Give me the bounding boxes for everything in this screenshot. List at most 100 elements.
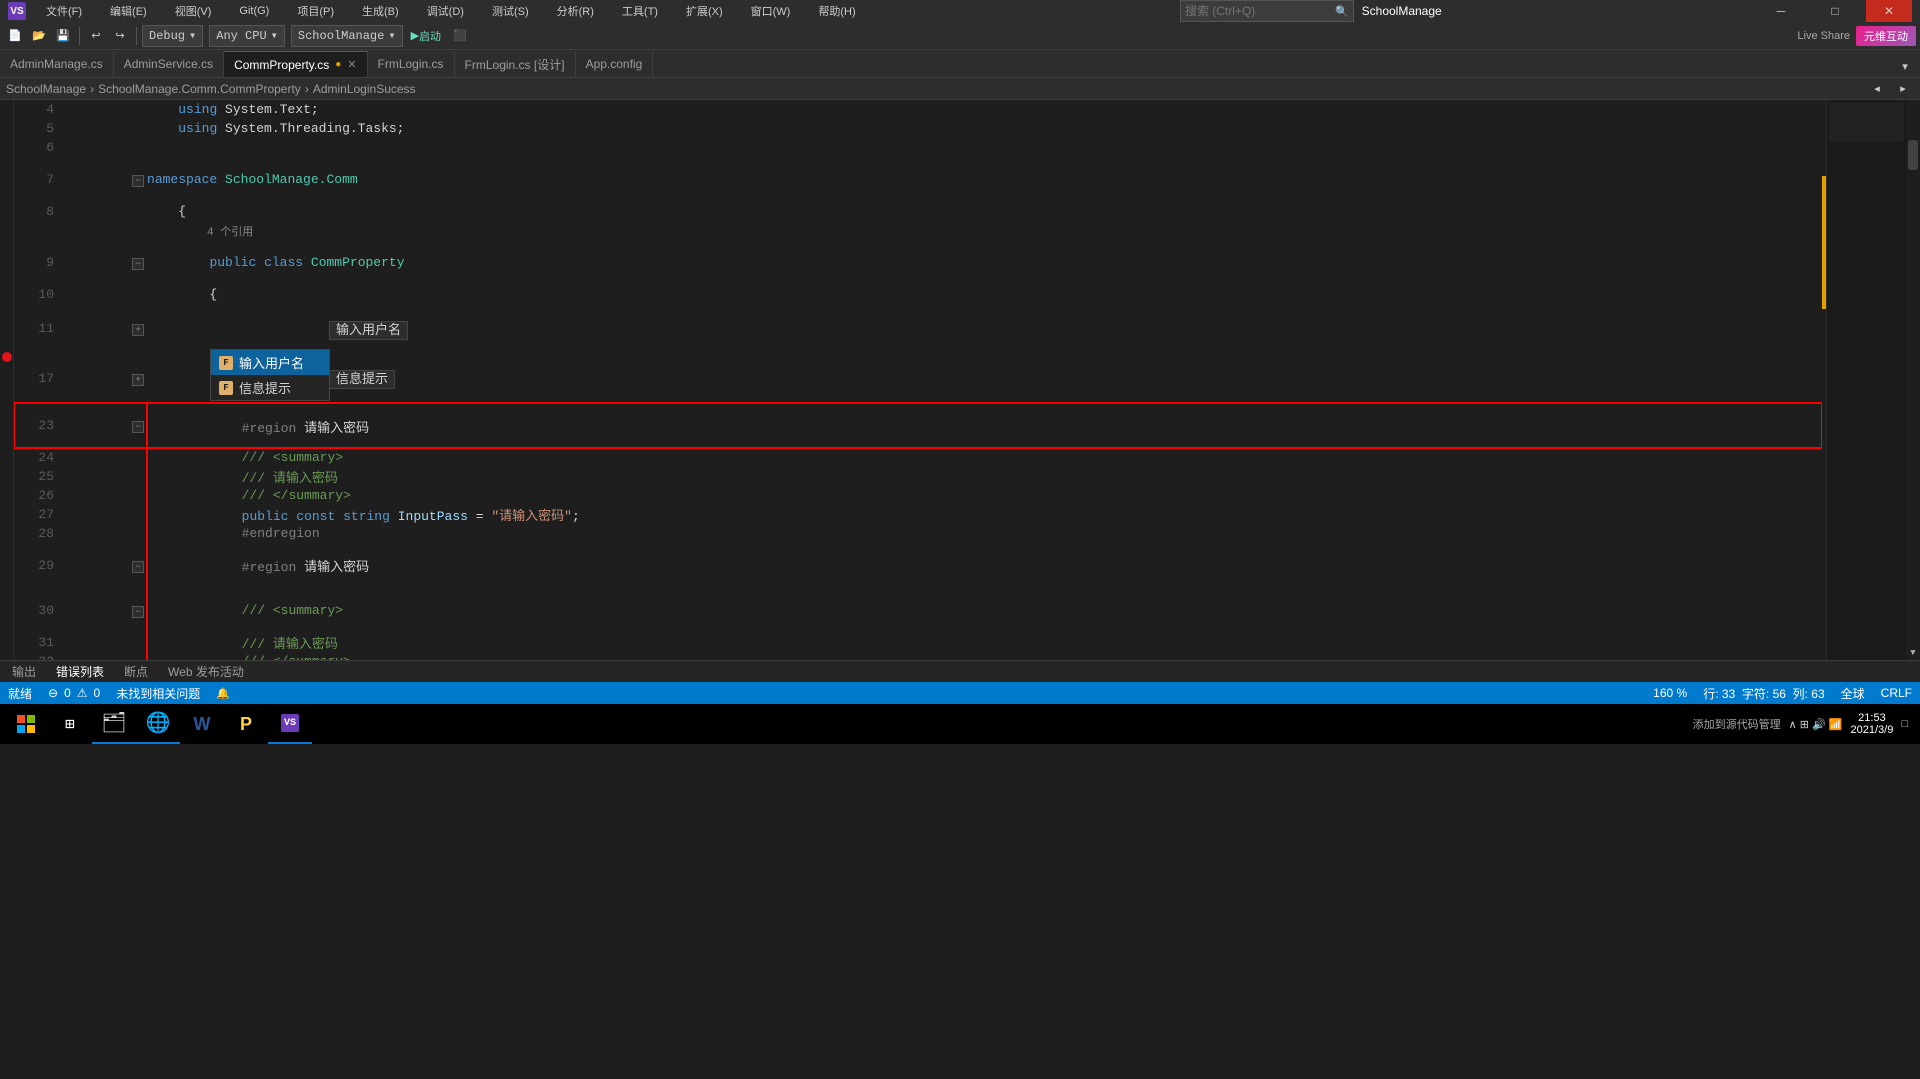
code-cell[interactable]: /// 请输入密码 — [147, 467, 1822, 486]
code-cell[interactable]: /// 请输入密码 — [147, 633, 1822, 652]
output-tab[interactable]: 输出 — [8, 661, 40, 682]
menu-git[interactable]: Git(G) — [231, 0, 277, 22]
collapse-button[interactable]: − — [132, 561, 144, 573]
csdn-button[interactable]: 元维互动 — [1856, 26, 1916, 46]
code-cell[interactable] — [147, 138, 1822, 157]
collapse-button[interactable]: + — [132, 374, 144, 386]
explorer-taskbar-button[interactable]: 🗂 — [92, 704, 136, 744]
start-button[interactable] — [4, 704, 48, 744]
tabs-overflow-button[interactable]: ▾ — [1894, 55, 1916, 77]
taskview-button[interactable]: ⊞ — [48, 704, 92, 744]
menu-debug[interactable]: 调试(D) — [419, 0, 472, 22]
menu-window[interactable]: 窗口(W) — [743, 0, 799, 22]
scroll-left-button[interactable]: ◂ — [1866, 78, 1888, 100]
collapse-button[interactable]: + — [132, 324, 144, 336]
tab-frmlogin-design[interactable]: FrmLogin.cs [设计] — [455, 51, 576, 77]
line-margin: − — [54, 240, 147, 285]
code-cell[interactable]: using System.Text; — [147, 100, 1822, 119]
source-control-label[interactable]: 添加到源代码管理 — [1693, 716, 1781, 732]
breadcrumb-solution[interactable]: SchoolManage — [6, 82, 86, 96]
python-taskbar-button[interactable]: P — [224, 704, 268, 744]
code-cell[interactable]: #endregion — [147, 524, 1822, 543]
menu-edit[interactable]: 编辑(E) — [102, 0, 155, 22]
code-cell[interactable]: { — [147, 285, 1822, 304]
save-all-button[interactable]: 💾 — [52, 25, 74, 47]
code-cell[interactable]: 输入用户名 — [147, 304, 1822, 353]
breadcrumb-namespace[interactable]: SchoolManage.Comm.CommProperty — [98, 82, 301, 96]
notification-button[interactable]: □ — [1901, 718, 1908, 730]
status-warnings-icon: ⚠ — [77, 686, 88, 700]
suggestion-item-0[interactable]: F 输入用户名 — [211, 350, 329, 375]
collapse-button[interactable]: − — [132, 175, 144, 187]
breakpoint-marker[interactable] — [2, 352, 12, 362]
clock[interactable]: 21:53 2021/3/9 — [1851, 712, 1894, 736]
code-cell[interactable]: /// <summary> — [147, 588, 1822, 633]
menu-build[interactable]: 生成(B) — [354, 0, 407, 22]
debug-config-dropdown[interactable]: Debug ▾ — [142, 25, 203, 47]
code-cell[interactable]: #region 请输入密码 — [147, 543, 1822, 588]
tab-adminservice[interactable]: AdminService.cs — [114, 51, 224, 77]
undo-button[interactable]: ↩ — [85, 25, 107, 47]
tab-close-button[interactable]: ✕ — [347, 58, 356, 71]
start-debug-button[interactable]: ▶ 启动 — [405, 25, 447, 47]
code-cell[interactable]: #region 请输入密码 — [147, 403, 1822, 448]
code-cell[interactable]: /// </summary> — [147, 486, 1822, 505]
menu-view[interactable]: 视图(V) — [167, 0, 220, 22]
search-icon: 🔍 — [1335, 5, 1349, 18]
scrollbar-thumb[interactable] — [1908, 140, 1918, 170]
menu-analyze[interactable]: 分析(R) — [549, 0, 602, 22]
suggestion-popup[interactable]: F 输入用户名 F 信息提示 — [210, 349, 330, 401]
menu-help[interactable]: 帮助(H) — [810, 0, 863, 22]
browser-taskbar-button[interactable]: 🌐 — [136, 704, 180, 744]
close-button[interactable]: ✕ — [1866, 0, 1912, 22]
status-line-ending[interactable]: CRLF — [1881, 686, 1912, 700]
web-publish-tab[interactable]: Web 发布活动 — [164, 661, 248, 682]
code-cell[interactable]: 信息提示 — [147, 353, 1822, 403]
menu-extensions[interactable]: 扩展(X) — [678, 0, 731, 22]
collapse-button[interactable]: − — [132, 258, 144, 270]
breakpoints-tab[interactable]: 断点 — [120, 661, 152, 682]
stop-button[interactable]: ⬛ — [449, 25, 471, 47]
vs-taskbar-button[interactable]: VS — [268, 704, 312, 744]
open-button[interactable]: 📂 — [28, 25, 50, 47]
status-encoding[interactable]: 全球 — [1841, 685, 1865, 702]
code-cell[interactable]: namespace SchoolManage.Comm — [147, 157, 1822, 202]
restore-button[interactable]: □ — [1812, 0, 1858, 22]
line-margin: + — [54, 304, 147, 353]
code-cell[interactable]: { — [147, 202, 1822, 221]
search-input[interactable] — [1185, 4, 1335, 18]
status-zoom[interactable]: 160 % — [1653, 686, 1687, 700]
collapse-button[interactable]: − — [132, 606, 144, 618]
new-file-button[interactable]: 📄 — [4, 25, 26, 47]
word-taskbar-button[interactable]: W — [180, 704, 224, 744]
breadcrumb-member[interactable]: AdminLoginSucess — [313, 82, 416, 96]
scroll-right-button[interactable]: ▸ — [1892, 78, 1914, 100]
tab-commproperty[interactable]: CommProperty.cs ● ✕ — [224, 51, 367, 77]
status-notifications[interactable]: 🔔 — [216, 687, 230, 700]
redo-button[interactable]: ↪ — [109, 25, 131, 47]
code-cell[interactable]: public const string InputPass = "请输入密码"; — [147, 505, 1822, 524]
tab-adminmanage[interactable]: AdminManage.cs — [0, 51, 114, 77]
code-cell[interactable]: /// </summary> — [147, 652, 1822, 660]
menu-project[interactable]: 项目(P) — [289, 0, 342, 22]
menu-test[interactable]: 测试(S) — [484, 0, 537, 22]
project-dropdown[interactable]: SchoolManage ▾ — [291, 25, 403, 47]
cpu-dropdown[interactable]: Any CPU ▾ — [209, 25, 285, 47]
collapse-button[interactable]: − — [132, 421, 144, 433]
global-search-box[interactable]: 🔍 — [1180, 0, 1354, 22]
errors-tab[interactable]: 错误列表 — [52, 661, 108, 683]
code-cell[interactable]: /// <summary> — [147, 448, 1822, 467]
code-editor[interactable]: F 输入用户名 F 信息提示 4 using System.Text; 5 us… — [14, 100, 1822, 660]
scroll-down-button[interactable]: ▼ — [1906, 646, 1920, 660]
minimize-button[interactable]: ─ — [1758, 0, 1804, 22]
tab-appconfig[interactable]: App.config — [576, 51, 654, 77]
code-cell[interactable]: using System.Threading.Tasks; — [147, 119, 1822, 138]
menu-file[interactable]: 文件(F) — [38, 0, 90, 22]
vertical-scrollbar[interactable]: ▼ — [1906, 100, 1920, 660]
code-cell[interactable]: public class CommProperty — [147, 240, 1822, 285]
menu-tools[interactable]: 工具(T) — [614, 0, 666, 22]
live-share-label[interactable]: Live Share — [1797, 30, 1850, 42]
tab-frmlogin[interactable]: FrmLogin.cs — [368, 51, 455, 77]
suggestion-item-1[interactable]: F 信息提示 — [211, 375, 329, 400]
line-margin — [54, 448, 147, 467]
